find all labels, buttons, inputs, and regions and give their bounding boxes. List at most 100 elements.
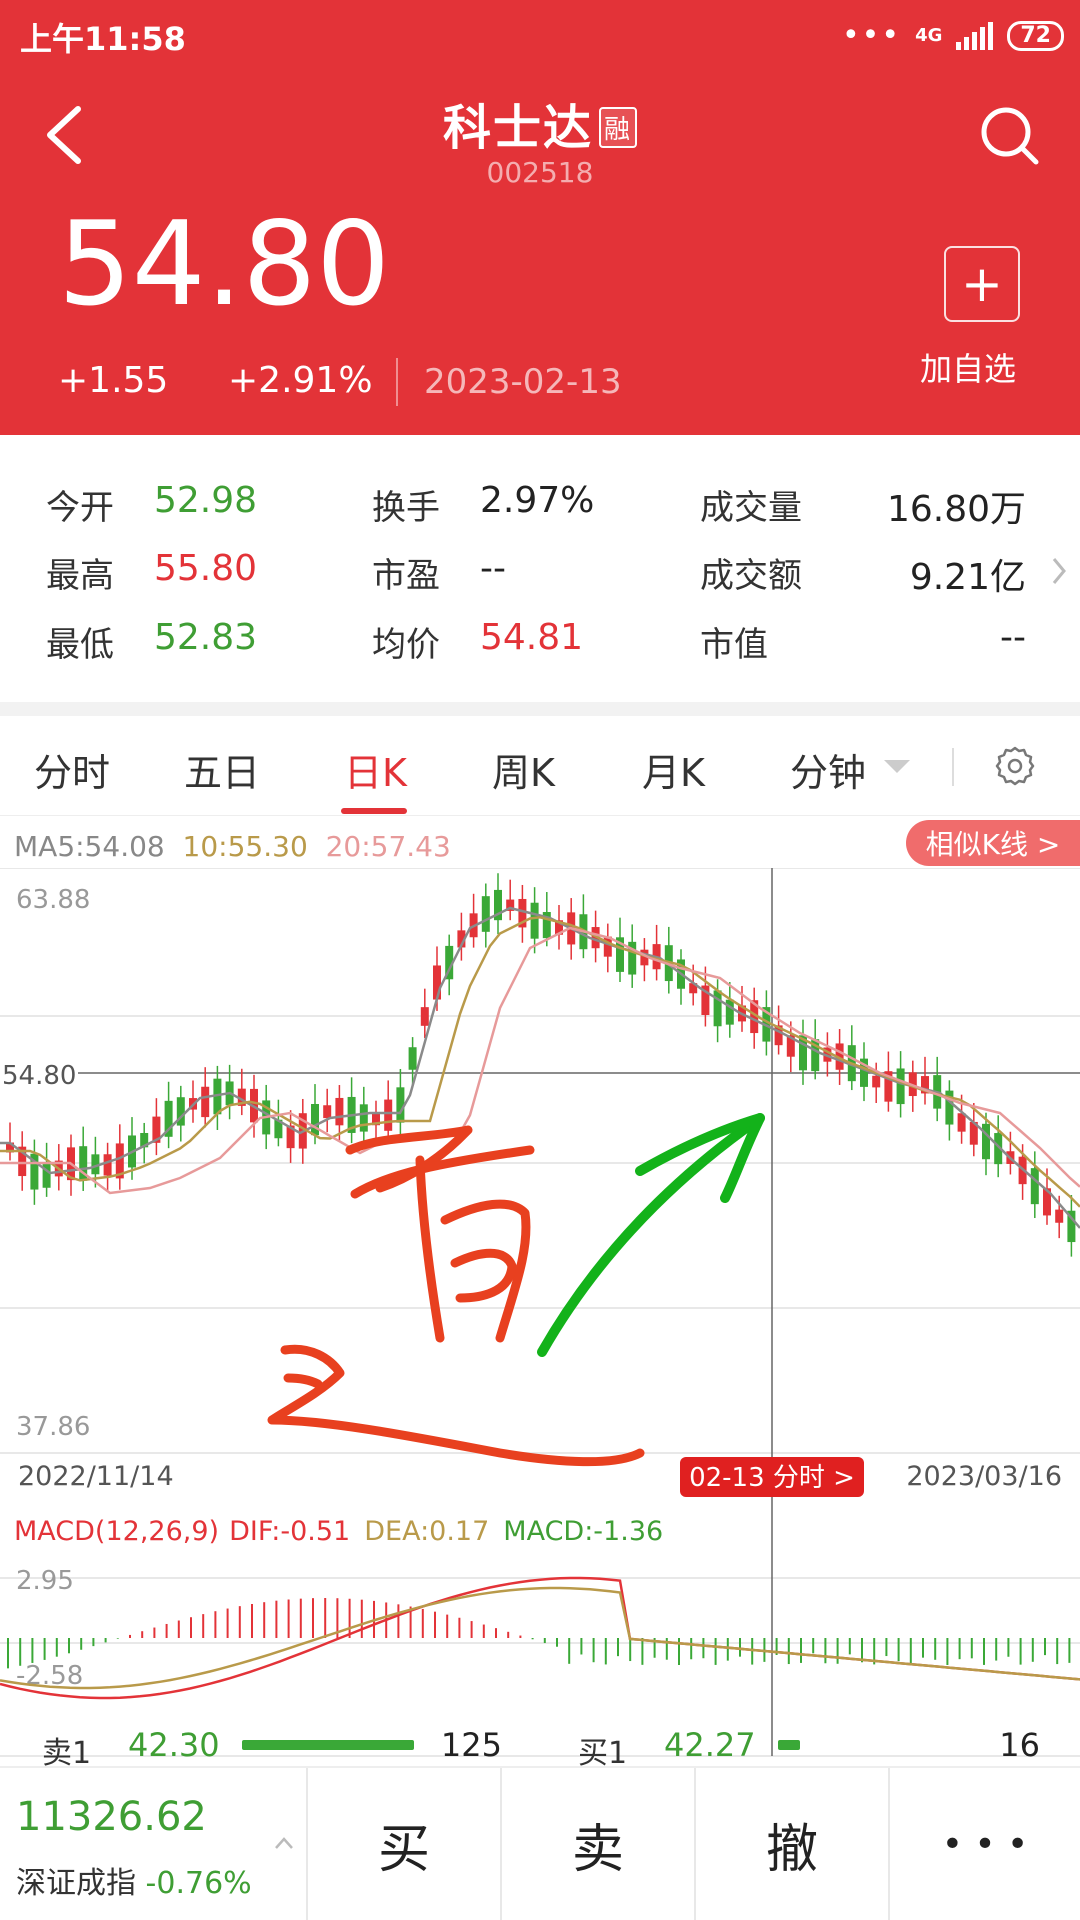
buy1-bar: [778, 1740, 801, 1750]
more-dots-icon: •••: [841, 18, 902, 53]
macd-legend: MACD(12,26,9) DIF:-0.51 DEA:0.17 MACD:-1.36: [14, 1516, 663, 1547]
stock-name: 科士达融: [0, 88, 1080, 158]
quote-label-marketcap: 市值: [700, 625, 768, 665]
margin-tag: 融: [599, 107, 638, 148]
green-arrow: [537, 1113, 765, 1357]
search-icon[interactable]: [978, 104, 1042, 168]
index-name: 深证成指: [16, 1866, 136, 1901]
kline-y-bottom: 37.86: [16, 1412, 90, 1442]
macd-dif: DIF:-0.51: [229, 1516, 350, 1547]
buy1-price: 42.27: [664, 1726, 756, 1764]
signal-icon: [956, 21, 994, 50]
candle-body: [311, 1103, 319, 1136]
quote-label-avg: 均价: [372, 625, 440, 665]
candle-body: [872, 1075, 881, 1088]
candle-body: [323, 1105, 332, 1119]
kline-grid: [0, 868, 1080, 1757]
candle-body: [982, 1123, 990, 1160]
network-label: 4G: [915, 25, 943, 46]
sell1-bar-track: [242, 1740, 414, 1750]
macd-dif-line: [0, 1576, 1080, 1700]
battery-icon: 72: [1007, 20, 1064, 51]
cursor-date-tag: 02-13 分时 >: [689, 1463, 855, 1493]
header-divider: [396, 358, 398, 406]
cancel-order-button[interactable]: 撤: [696, 1768, 888, 1920]
status-time: 上午11:58: [20, 20, 186, 58]
sell-button[interactable]: 卖: [502, 1768, 694, 1920]
quote-label-volume: 成交量: [700, 488, 802, 528]
tabs-border: [0, 815, 1080, 816]
tab-five-day[interactable]: 五日: [184, 742, 260, 797]
handwriting-stroke: [450, 1248, 517, 1303]
dropdown-arrow-icon[interactable]: [884, 760, 910, 774]
tab-divider: [952, 748, 954, 786]
buy1-bar-track: [778, 1740, 950, 1750]
macd-title: MACD(12,26,9): [14, 1516, 219, 1547]
candle-body: [420, 1007, 429, 1026]
quote-value-turnover: 2.97%: [480, 480, 595, 521]
quote-value-marketcap: --: [1000, 617, 1026, 658]
candle-body: [201, 1086, 210, 1118]
macd-y-top: 2.95: [16, 1566, 74, 1596]
quote-value-volume: 16.80万: [886, 489, 1026, 530]
quote-value-pe: --: [480, 548, 506, 589]
current-price: 54.80: [58, 197, 391, 332]
ma-lines-group: [0, 906, 1080, 1229]
candle-body: [384, 1099, 393, 1131]
add-watchlist-button[interactable]: +: [944, 246, 1020, 322]
chevron-right-icon[interactable]: [1050, 556, 1068, 586]
quote-value-open: 52.98: [154, 480, 258, 521]
tab-minute[interactable]: 分钟: [790, 742, 866, 797]
candle-body: [103, 1154, 112, 1176]
handwriting-stroke: [267, 1344, 645, 1467]
index-info: 深证成指 -0.76%: [16, 1858, 252, 1902]
active-tab-indicator: [341, 808, 407, 814]
stock-code: 002518: [486, 156, 594, 189]
ma-legend: MA5:54.08 10:55.30 20:57.43: [14, 830, 451, 863]
handwriting-stroke: [283, 1373, 323, 1389]
similar-kline-button[interactable]: 相似K线 >: [906, 820, 1080, 866]
date-start-label: 2022/11/14: [18, 1461, 174, 1492]
index-value: 11326.62: [16, 1794, 207, 1840]
candle-body: [42, 1162, 51, 1188]
index-ticker[interactable]: 11326.62 深证成指 -0.76%: [0, 1768, 306, 1920]
status-icons: ••• 4G 72: [842, 18, 1064, 53]
more-button[interactable]: • • •: [890, 1768, 1080, 1920]
price-change: +1.55: [58, 360, 169, 401]
candle-body: [896, 1068, 905, 1105]
macd-dea-line: [0, 1586, 1080, 1690]
sell1-volume: 125: [440, 1726, 502, 1764]
tab-month-k[interactable]: 月K: [642, 742, 705, 797]
add-watchlist-label[interactable]: 加自选: [920, 344, 1016, 390]
price-change-pct: +2.91%: [228, 360, 373, 401]
ma5-line: [0, 906, 1080, 1229]
sell1-bar: [242, 1740, 414, 1750]
candle-body: [359, 1104, 368, 1132]
tab-week-k[interactable]: 周K: [492, 742, 555, 797]
ma20-label: 20:57.43: [325, 830, 451, 863]
quote-label-amount: 成交额: [700, 556, 802, 596]
tab-intraday[interactable]: 分时: [34, 742, 110, 797]
quote-value-avg: 54.81: [480, 617, 584, 658]
section-gap: [0, 702, 1080, 716]
settings-gear-icon[interactable]: [994, 745, 1036, 787]
plus-icon: +: [961, 255, 1003, 313]
tab-day-k[interactable]: 日K: [344, 742, 407, 797]
buy-button[interactable]: 买: [308, 1768, 500, 1920]
quote-label-open: 今开: [46, 488, 114, 528]
kline-chart[interactable]: 63.88 37.86 54.80 2022/11/14 2023/03/16 …: [0, 868, 1080, 1768]
quote-label-high: 最高: [46, 556, 114, 596]
chevron-up-icon[interactable]: [274, 1836, 294, 1850]
quote-label-pe: 市盈: [372, 556, 440, 596]
arrow-shaft: [537, 1113, 765, 1357]
handwritten-annotation: [267, 1125, 645, 1467]
ma10-label: 10:55.30: [182, 830, 308, 863]
candle-body: [1055, 1209, 1064, 1223]
candle-body: [408, 1047, 417, 1070]
kline-y-top: 63.88: [16, 885, 90, 915]
quote-label-turnover: 换手: [372, 488, 440, 528]
macd-bars-group: [7, 1598, 1071, 1669]
candle-body: [481, 896, 490, 932]
quote-value-amount: 9.21亿: [909, 557, 1026, 598]
macd-value: MACD:-1.36: [503, 1516, 663, 1547]
